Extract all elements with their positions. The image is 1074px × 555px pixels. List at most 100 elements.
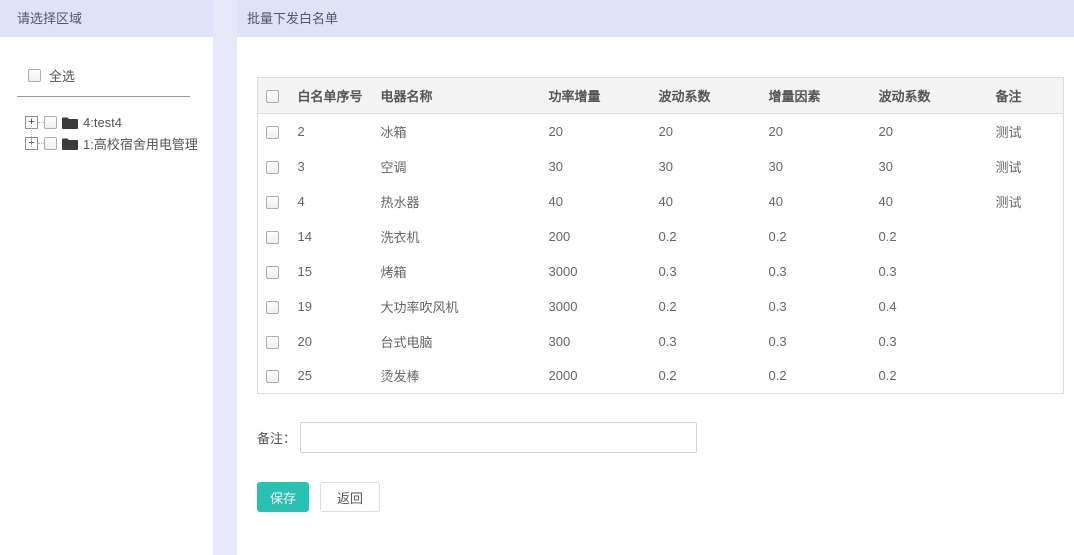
table-cell: 4 <box>290 184 373 219</box>
table-cell: 测试 <box>988 184 1064 219</box>
sidebar-title: 请选择区域 <box>0 0 213 37</box>
region-sidebar: 请选择区域 全选 + 4:test4 + <box>0 0 213 555</box>
row-checkbox[interactable] <box>266 196 279 209</box>
row-checkbox[interactable] <box>266 336 279 349</box>
table-header-row: 白名单序号电器名称功率增量波动系数增量因素波动系数备注 <box>258 78 1064 114</box>
tree-node-test4: + 4:test4 <box>25 112 213 133</box>
back-button[interactable]: 返回 <box>320 482 380 512</box>
region-tree: + 4:test4 + 1:高校宿舍用电管理 <box>25 112 213 154</box>
table-cell: 0.3 <box>871 324 988 359</box>
table-cell: 20 <box>651 114 761 149</box>
table-cell: 30 <box>761 149 871 184</box>
row-checkbox[interactable] <box>266 126 279 139</box>
table-cell: 0.2 <box>651 359 761 394</box>
table-cell: 40 <box>651 184 761 219</box>
sidebar-divider <box>17 96 190 97</box>
save-button[interactable]: 保存 <box>257 482 309 512</box>
table-row: 20台式电脑3000.30.30.3 <box>258 324 1064 359</box>
table-cell: 30 <box>541 149 651 184</box>
table-cell: 0.3 <box>761 289 871 324</box>
select-all-checkbox[interactable] <box>28 69 41 82</box>
table-cell: 19 <box>290 289 373 324</box>
table-row: 19大功率吹风机30000.20.30.4 <box>258 289 1064 324</box>
table-cell: 大功率吹风机 <box>373 289 541 324</box>
table-cell: 20 <box>761 114 871 149</box>
row-checkbox-cell <box>258 114 290 149</box>
table-row: 14洗衣机2000.20.20.2 <box>258 219 1064 254</box>
main-panel: 批量下发白名单 白名单序号电器名称功率增量波动系数增量因素波动系数备注 2冰箱2… <box>237 0 1074 555</box>
column-header: 波动系数 <box>871 78 988 114</box>
table-cell <box>988 219 1064 254</box>
remark-label: 备注： <box>257 428 296 447</box>
table-cell <box>988 324 1064 359</box>
row-checkbox[interactable] <box>266 231 279 244</box>
column-header: 白名单序号 <box>290 78 373 114</box>
table-cell: 40 <box>761 184 871 219</box>
table-row: 2冰箱20202020测试 <box>258 114 1064 149</box>
table-cell: 0.3 <box>651 324 761 359</box>
row-checkbox-cell <box>258 219 290 254</box>
table-cell: 0.2 <box>651 219 761 254</box>
table-cell <box>988 254 1064 289</box>
table-cell: 30 <box>871 149 988 184</box>
tree-node-checkbox[interactable] <box>44 116 57 129</box>
table-cell: 热水器 <box>373 184 541 219</box>
table-cell: 0.4 <box>871 289 988 324</box>
row-checkbox-cell <box>258 324 290 359</box>
remark-row: 备注： <box>257 422 1074 453</box>
row-checkbox-cell <box>258 359 290 394</box>
table-cell: 0.2 <box>871 359 988 394</box>
table-cell: 200 <box>541 219 651 254</box>
table-cell: 烫发棒 <box>373 359 541 394</box>
button-row: 保存 返回 <box>257 482 1074 512</box>
table-cell: 15 <box>290 254 373 289</box>
table-cell: 0.3 <box>761 254 871 289</box>
folder-icon <box>62 117 78 129</box>
row-checkbox-cell <box>258 184 290 219</box>
table-body: 2冰箱20202020测试3空调30303030测试4热水器40404040测试… <box>258 114 1064 394</box>
folder-icon <box>62 138 78 150</box>
tree-node-label[interactable]: 4:test4 <box>83 115 122 130</box>
table-cell: 3 <box>290 149 373 184</box>
table-row: 3空调30303030测试 <box>258 149 1064 184</box>
table-cell: 台式电脑 <box>373 324 541 359</box>
table-cell: 3000 <box>541 254 651 289</box>
tree-node-dorm-power: + 1:高校宿舍用电管理 <box>25 133 213 154</box>
table-cell: 测试 <box>988 114 1064 149</box>
table-cell: 空调 <box>373 149 541 184</box>
table-cell: 14 <box>290 219 373 254</box>
row-checkbox[interactable] <box>266 161 279 174</box>
column-header: 波动系数 <box>651 78 761 114</box>
column-header: 备注 <box>988 78 1064 114</box>
row-checkbox-cell <box>258 149 290 184</box>
table-cell: 烤箱 <box>373 254 541 289</box>
table-cell <box>988 359 1064 394</box>
table-cell: 2 <box>290 114 373 149</box>
table-cell: 30 <box>651 149 761 184</box>
table-cell: 25 <box>290 359 373 394</box>
tree-node-label[interactable]: 1:高校宿舍用电管理 <box>83 134 198 153</box>
table-cell: 40 <box>541 184 651 219</box>
table-cell: 40 <box>871 184 988 219</box>
table-cell: 300 <box>541 324 651 359</box>
table-row: 25烫发棒20000.20.20.2 <box>258 359 1064 394</box>
remark-input[interactable] <box>300 422 697 453</box>
table-cell: 3000 <box>541 289 651 324</box>
select-all-label[interactable]: 全选 <box>49 66 75 85</box>
row-checkbox-cell <box>258 289 290 324</box>
row-checkbox[interactable] <box>266 301 279 314</box>
table-cell: 20 <box>290 324 373 359</box>
row-checkbox[interactable] <box>266 266 279 279</box>
sidebar-body: 全选 + 4:test4 + 1:高校宿舍用电管理 <box>0 37 213 154</box>
table-cell: 0.2 <box>871 219 988 254</box>
select-all-rows-checkbox[interactable] <box>266 90 279 103</box>
tree-node-checkbox[interactable] <box>44 137 57 150</box>
table-cell: 测试 <box>988 149 1064 184</box>
table-cell: 2000 <box>541 359 651 394</box>
column-header: 电器名称 <box>373 78 541 114</box>
select-all-row: 全选 <box>28 67 213 83</box>
column-header: 功率增量 <box>541 78 651 114</box>
table-cell: 0.3 <box>871 254 988 289</box>
table-cell: 0.3 <box>761 324 871 359</box>
row-checkbox[interactable] <box>266 370 279 383</box>
